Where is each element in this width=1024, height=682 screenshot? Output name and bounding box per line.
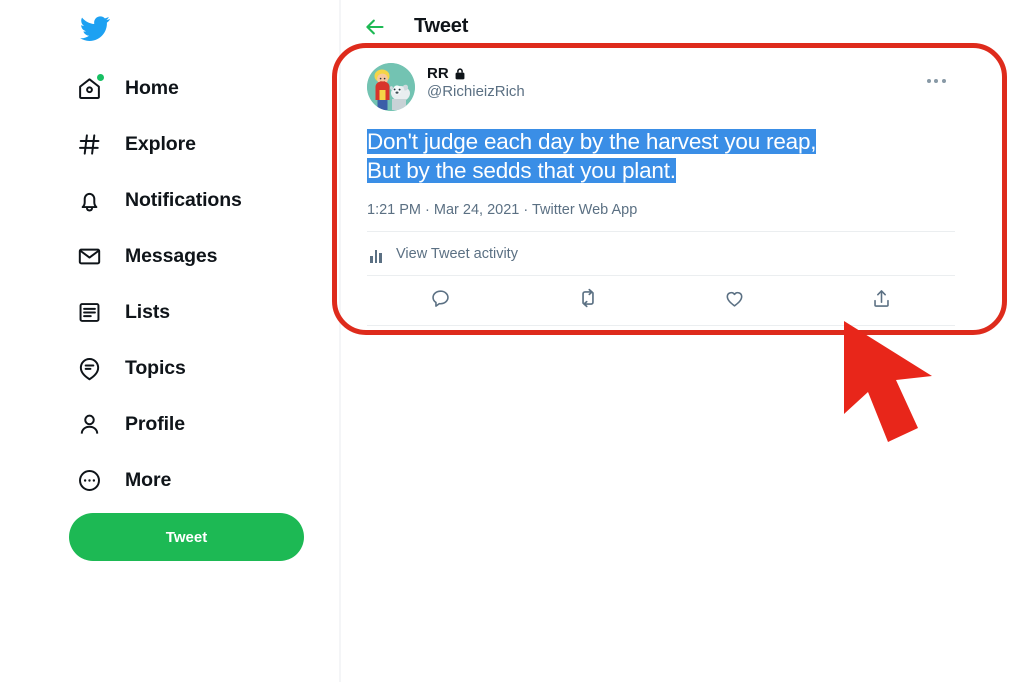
tweet-action-row [367, 276, 955, 326]
share-upload-icon [871, 288, 892, 314]
sidebar-item-explore[interactable]: Explore [0, 116, 341, 172]
sidebar-nav-list: Home Explore Notifications Messages List… [0, 60, 341, 508]
tweet-text[interactable]: Don't judge each day by the harvest you … [367, 127, 955, 185]
bell-icon [76, 187, 103, 214]
tweet-timestamp: 1:21 PM · Mar 24, 2021 · Twitter Web App [367, 202, 638, 218]
tweet-detail-card: RR @RichieizRich Don't judge each day by… [351, 53, 971, 326]
twitter-bird-icon[interactable] [74, 8, 116, 48]
sidebar-item-label: Explore [125, 132, 196, 155]
compose-tweet-button[interactable]: Tweet [69, 513, 304, 561]
person-icon [76, 411, 103, 438]
page-title: Tweet [414, 15, 469, 37]
primary-sidebar: Home Explore Notifications Messages List… [0, 0, 341, 682]
sidebar-item-label: Home [125, 76, 179, 99]
bar [370, 255, 373, 263]
sidebar-item-topics[interactable]: Topics [0, 340, 341, 396]
main-content-column: Tweet RR @RichieizRich Don't judge each … [341, 0, 1024, 682]
view-tweet-activity-label: View Tweet activity [396, 245, 518, 262]
retweet-button[interactable] [514, 276, 661, 325]
bar-chart-icon [367, 245, 385, 263]
sidebar-item-notifications[interactable]: Notifications [0, 172, 341, 228]
content-header: Tweet [341, 0, 1024, 53]
sidebar-item-label: Profile [125, 412, 185, 435]
ellipsis-horizontal-icon[interactable] [921, 69, 951, 93]
topics-speech-bubble-icon [76, 355, 103, 382]
tweet-text-line-2-selected: But by the sedds that you plant. [367, 158, 676, 183]
tweet-text-line-1-selected: Don't judge each day by the harvest you … [367, 129, 817, 154]
list-icon [76, 299, 103, 326]
lock-icon [453, 66, 468, 81]
bar [374, 249, 378, 263]
twitter-tweet-detail-screen: Home Explore Notifications Messages List… [0, 0, 1024, 682]
author-name-line: RR [427, 65, 525, 82]
dot [934, 79, 938, 83]
reply-button[interactable] [367, 276, 514, 325]
sidebar-item-label: More [125, 468, 172, 491]
sidebar-item-label: Messages [125, 244, 218, 267]
home-notification-dot [97, 73, 104, 81]
view-tweet-activity-row[interactable]: View Tweet activity [367, 231, 955, 276]
tweet-author-row: RR @RichieizRich [367, 63, 955, 113]
dot [926, 79, 931, 83]
sidebar-item-messages[interactable]: Messages [0, 228, 341, 284]
bar [379, 252, 382, 263]
sidebar-item-home[interactable]: Home [0, 60, 341, 116]
sidebar-item-more[interactable]: More [0, 452, 341, 508]
dot [941, 79, 946, 83]
sidebar-item-label: Notifications [125, 188, 242, 211]
hashtag-icon [76, 131, 103, 158]
sidebar-item-label: Topics [125, 356, 186, 379]
envelope-icon [76, 243, 103, 270]
author-handle[interactable]: @RichieizRich [427, 83, 525, 100]
author-block: RR @RichieizRich [427, 63, 525, 100]
retweet-icon [577, 287, 599, 314]
ellipsis-circle-icon [76, 467, 103, 494]
like-button[interactable] [661, 276, 808, 325]
share-button[interactable] [808, 276, 955, 325]
author-name: RR [427, 65, 449, 82]
home-icon [76, 73, 104, 102]
avatar[interactable] [367, 63, 415, 111]
sidebar-item-label: Lists [125, 300, 171, 323]
sidebar-item-lists[interactable]: Lists [0, 284, 341, 340]
heart-icon [724, 288, 745, 314]
arrow-left-icon[interactable] [358, 10, 392, 44]
sidebar-item-profile[interactable]: Profile [0, 396, 341, 452]
reply-speech-bubble-icon [430, 288, 451, 314]
